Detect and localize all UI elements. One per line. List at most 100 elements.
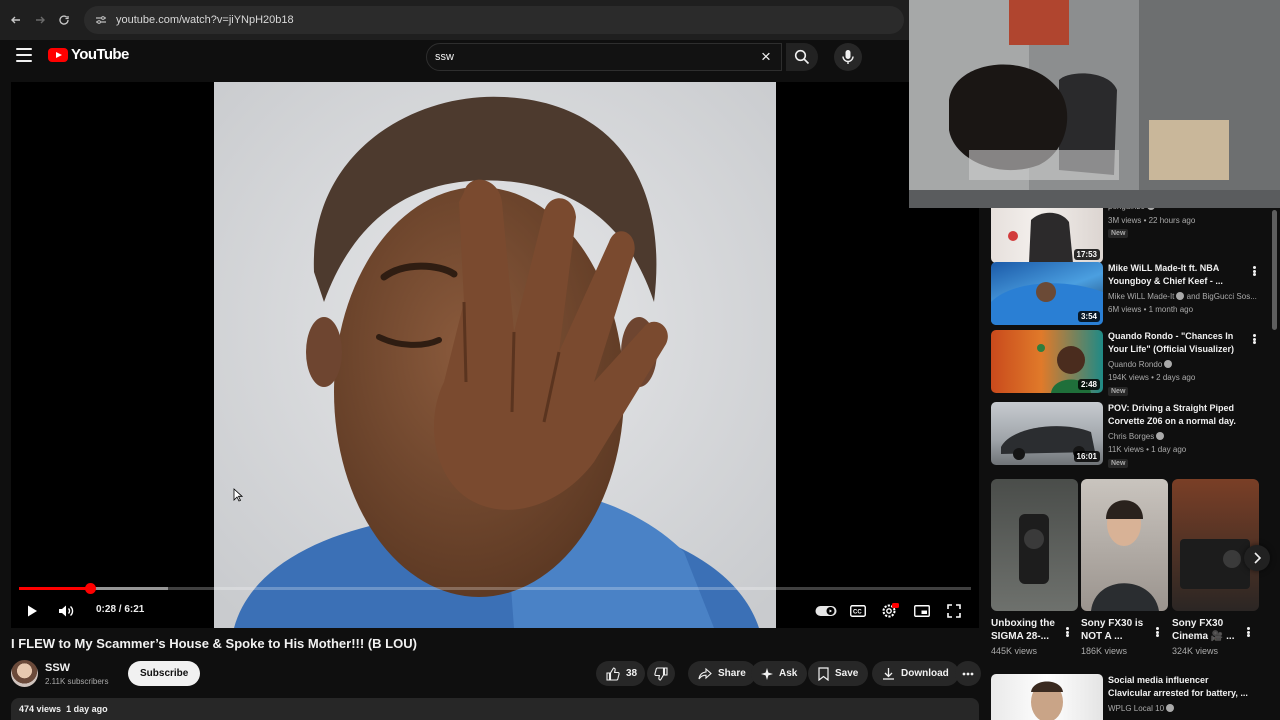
short-thumbnail[interactable] [1081,479,1168,611]
ask-label: Ask [779,668,798,679]
time-display: 0:28 / 6:21 [96,604,145,615]
search-icon [794,49,810,65]
mouse-cursor-icon [233,488,243,502]
search-button[interactable] [786,43,818,71]
view-stats: 474 views 1 day ago [19,704,108,714]
youtube-logo[interactable]: YouTube [48,46,129,63]
subscribe-button[interactable]: Subscribe [128,661,201,686]
svg-text:CC: CC [853,610,862,616]
captions-icon: CC [850,605,866,617]
video-frame-facepalm [214,82,776,628]
share-label: Share [718,668,746,679]
thumbs-down-icon [654,666,668,681]
more-options-icon[interactable] [1063,625,1071,639]
video-views: 3M views • 22 hours ago [1108,216,1196,225]
voice-search-button[interactable] [834,43,862,71]
shorts-next-button[interactable] [1244,545,1270,571]
search-input[interactable] [435,51,735,63]
verified-icon [1156,432,1165,440]
autoplay-toggle[interactable] [813,598,839,624]
video-views: 6M views • 1 month ago [1108,305,1194,314]
settings-button[interactable] [877,598,903,624]
video-duration: 3:54 [1077,311,1100,322]
site-settings-icon[interactable] [94,13,108,27]
sidebar-scrollbar[interactable] [1272,210,1277,330]
video-channel: WPLG Local 10 [1108,704,1175,713]
share-button[interactable]: Share [688,661,756,686]
download-icon [883,668,894,680]
more-options-icon[interactable] [1244,625,1252,639]
channel-row: SSW 2.11K subscribers Subscribe 38 Share… [11,660,981,690]
download-button[interactable]: Download [872,661,959,686]
video-thumbnail[interactable]: 3:54 [991,262,1103,325]
video-duration: 17:53 [1073,249,1100,260]
short-item[interactable]: Sony FX30 is NOT A ... 186K views [1081,479,1168,656]
captions-button[interactable]: CC [845,598,871,624]
miniplayer-button[interactable] [909,598,935,624]
short-title: Sony FX30 Cinema 🎥 ... [1172,618,1235,642]
progress-bar[interactable] [19,583,971,594]
video-player[interactable]: 0:28 / 6:21 CC [11,82,979,628]
video-thumbnail[interactable]: 16:01 [991,402,1103,465]
back-icon[interactable] [6,10,26,30]
like-button[interactable]: 38 [596,661,646,686]
search-bar: × [426,43,782,71]
volume-button[interactable] [53,598,79,624]
more-options-icon[interactable] [1249,264,1259,278]
video-thumbnail[interactable]: 17:53 [991,208,1103,263]
more-options-icon[interactable] [1153,625,1161,639]
short-thumbnail[interactable] [991,479,1078,611]
ask-button[interactable]: Ask [751,661,808,686]
channel-avatar[interactable] [11,660,38,687]
video-thumbnail[interactable] [991,674,1103,720]
logo-text: YouTube [71,46,129,63]
new-badge: New [1108,459,1129,468]
player-controls: 0:28 / 6:21 CC [11,594,979,628]
download-label: Download [901,668,949,679]
reload-icon[interactable] [54,10,74,30]
subscriber-count: 2.11K subscribers [45,677,109,686]
microphone-icon [842,50,854,64]
play-button[interactable] [19,598,45,624]
sparkle-icon [761,667,773,680]
short-title: Unboxing the SIGMA 28-... [991,618,1055,642]
short-thumbnail[interactable] [1172,479,1259,611]
dislike-button[interactable] [647,661,675,686]
more-actions-button[interactable] [955,661,981,686]
close-icon[interactable]: × [757,48,775,66]
new-badge: New [1108,229,1129,238]
fullscreen-button[interactable] [941,598,967,624]
description-box[interactable]: 474 views 1 day ago [11,698,979,720]
bookmark-icon [818,666,829,681]
youtube-header: YouTube × [0,40,910,74]
channel-name[interactable]: SSW [45,662,70,674]
progress-played [19,587,91,590]
video-duration: 16:01 [1073,451,1100,462]
forward-icon[interactable] [30,10,50,30]
play-icon [28,605,37,617]
video-channel: Chris Borges [1108,432,1165,441]
view-count: 474 views [19,704,62,714]
short-views: 186K views [1081,646,1128,656]
new-badge: New [1108,387,1129,396]
video-channel: Quando Rondo [1108,360,1173,369]
short-item[interactable]: Unboxing the SIGMA 28-... 445K views [991,479,1078,656]
video-channel: Mike WiLL Made-It and BigGucci Sos... [1108,292,1257,301]
volume-icon [59,605,74,617]
verified-icon [1176,292,1185,300]
short-title: Sony FX30 is NOT A ... [1081,618,1144,642]
short-item[interactable]: Sony FX30 Cinema 🎥 ... 324K views [1172,479,1259,656]
video-thumbnail[interactable]: 2:48 [991,330,1103,393]
address-bar[interactable]: youtube.com/watch?v=jiYNpH20b18 [84,6,904,34]
save-button[interactable]: Save [808,661,869,686]
url-text: youtube.com/watch?v=jiYNpH20b18 [116,14,294,26]
youtube-play-logo-icon [48,47,68,62]
upload-date: 1 day ago [66,704,108,714]
progress-scrubber-handle[interactable] [84,583,96,594]
video-title: I FLEW to My Scammer’s House & Spoke to … [11,636,417,651]
browser-toolbar: youtube.com/watch?v=jiYNpH20b18 [0,0,910,40]
webcam-overlay [909,0,1280,208]
more-options-icon[interactable] [1249,332,1259,346]
menu-icon[interactable] [16,48,32,62]
fullscreen-icon [947,604,961,618]
